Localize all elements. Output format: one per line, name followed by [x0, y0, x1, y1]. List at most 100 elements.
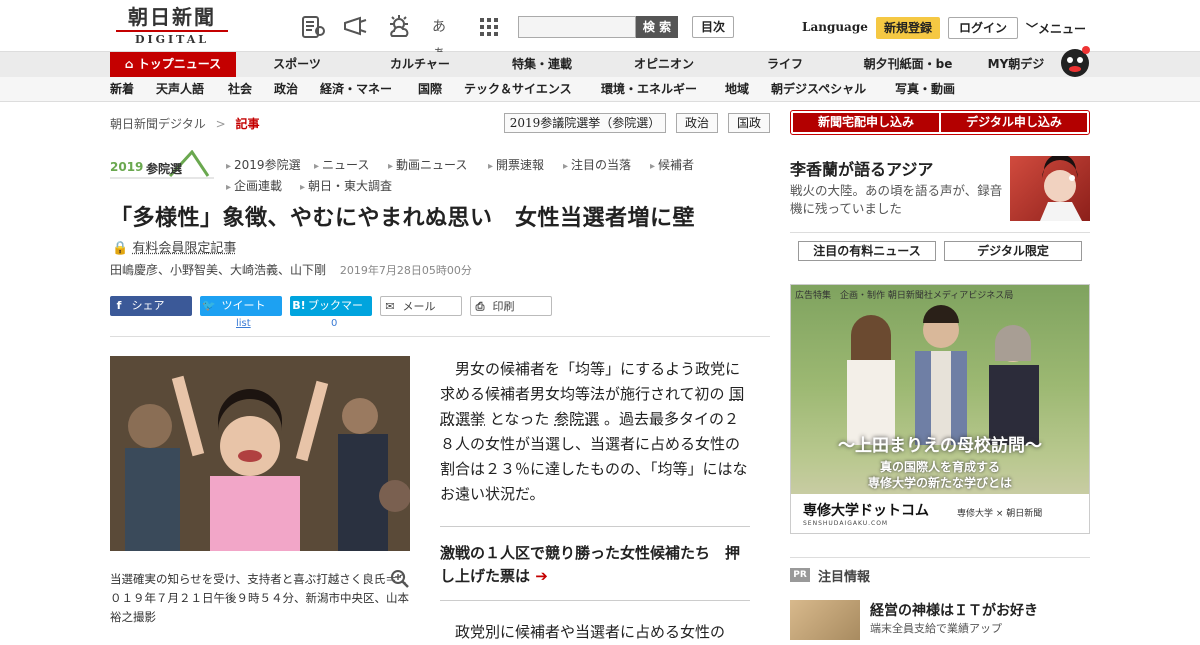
- subnav-region[interactable]: 地域: [725, 77, 749, 102]
- subnav-special[interactable]: 朝デジスペシャル: [771, 77, 866, 102]
- subnav-tenseijingo[interactable]: 天声人語: [156, 77, 204, 102]
- sub-nav: 新着 天声人語 社会 政治 経済・マネー 国際 テック＆サイエンス 環境・エネル…: [0, 77, 1200, 102]
- facebook-icon: f: [116, 299, 122, 312]
- ad-university-name: 専修大学ドットコム: [803, 503, 929, 519]
- pr-image[interactable]: [790, 600, 860, 640]
- search-input[interactable]: [518, 16, 636, 38]
- tag-national[interactable]: 国政: [728, 113, 770, 133]
- pr-description[interactable]: 端末全員支給で業績アップ: [870, 620, 1002, 636]
- zoom-icon[interactable]: [390, 569, 410, 589]
- feature-title[interactable]: 李香蘭が語るアジア: [790, 156, 933, 180]
- pr-badge: PR: [790, 568, 810, 582]
- logo-jp: 朝日新聞: [128, 5, 216, 29]
- grid-icon[interactable]: [476, 14, 502, 40]
- subnav-environment[interactable]: 環境・エネルギー: [601, 77, 697, 102]
- arrow-right-icon: ➔: [535, 567, 548, 585]
- subnav-photo[interactable]: 写真・動画: [895, 77, 955, 102]
- font-size-icon[interactable]: あぁ: [432, 14, 458, 61]
- language-link[interactable]: Language: [802, 20, 868, 34]
- search-button[interactable]: 検 索: [636, 16, 678, 38]
- article-photo[interactable]: [110, 356, 410, 551]
- election-link-results[interactable]: 開票速報: [488, 156, 544, 173]
- hatena-count[interactable]: 0: [331, 318, 337, 329]
- nav-paper[interactable]: 朝夕刊紙面・be: [856, 52, 960, 77]
- election-link-top[interactable]: 2019参院選: [226, 156, 301, 173]
- election-link-news[interactable]: ニュース: [314, 156, 369, 173]
- divider: [440, 600, 750, 601]
- related-article-link[interactable]: 激戦の１人区で競り勝った女性候補たち 押し上げた票は ➔: [440, 542, 750, 588]
- tab-digital-only[interactable]: デジタル限定: [944, 241, 1082, 261]
- subnav-economy[interactable]: 経済・マネー: [320, 77, 392, 102]
- election-link-watch[interactable]: 注目の当落: [563, 156, 631, 173]
- pr-headline[interactable]: 経営の神様はＩＴがお好き: [870, 600, 1038, 620]
- subnav-international[interactable]: 国際: [418, 77, 442, 102]
- ad-subheadline-1: 真の国際人を育成する: [879, 460, 1000, 474]
- tag-politics[interactable]: 政治: [676, 113, 718, 133]
- print-icon: ⎙: [475, 300, 485, 313]
- menu-label: メニュー: [1038, 22, 1087, 36]
- paid-label-text[interactable]: 有料会員限定記事: [132, 241, 236, 256]
- facebook-share-button[interactable]: f シェア: [110, 296, 192, 316]
- subnav-politics[interactable]: 政治: [274, 77, 298, 102]
- nav-my-asadigi[interactable]: MY朝デジ: [980, 52, 1052, 77]
- ad-logos: 専修大学 × 朝日新聞: [957, 509, 1043, 519]
- nav-culture[interactable]: カルチャー: [378, 52, 462, 77]
- breadcrumb-current: 記事: [235, 117, 260, 131]
- subnav-society[interactable]: 社会: [228, 77, 252, 102]
- photo-caption: 当選確実の知らせを受け、支持者と喜ぶ打越さく良氏＝２０１９年７月２１日午後９時５…: [110, 572, 409, 624]
- pr-section-title: 注目情報: [818, 570, 871, 585]
- election-logo[interactable]: 2019 参院選: [110, 150, 214, 180]
- breadcrumb-separator: >: [215, 117, 226, 131]
- contents-button[interactable]: 目次: [692, 16, 734, 38]
- subnav-new[interactable]: 新着: [110, 77, 134, 102]
- divider: [790, 232, 1090, 233]
- twitter-count[interactable]: list: [236, 318, 251, 329]
- nav-opinion[interactable]: オピニオン: [622, 52, 706, 77]
- divider: [110, 336, 770, 337]
- article-body: 男女の候補者を「均等」にするよう政党に求める候補者男女均等法が施行されて初の 国…: [440, 360, 748, 503]
- tab-paid-news[interactable]: 注目の有料ニュース: [798, 241, 936, 261]
- election-link-candidates[interactable]: 候補者: [650, 156, 694, 173]
- ad-image: [847, 305, 1039, 445]
- nav-top-news[interactable]: ⌂ トップニュース: [110, 52, 236, 77]
- subnav-tech[interactable]: テック＆サイエンス: [464, 77, 572, 102]
- ad-footer: 専修大学ドットコム SENSHUDAIGAKU.COM 専修大学 × 朝日新聞: [791, 494, 1089, 533]
- paid-label: 🔒 有料会員限定記事: [112, 237, 236, 256]
- divider: [790, 557, 1090, 558]
- breadcrumb-home[interactable]: 朝日新聞デジタル: [110, 117, 206, 131]
- subscribe-digital-button[interactable]: デジタル申し込み: [941, 113, 1087, 132]
- nav-features[interactable]: 特集・連載: [500, 52, 584, 77]
- election-logo-text: 参院選: [146, 162, 183, 176]
- logo-en: DIGITAL: [116, 30, 228, 46]
- election-link-series[interactable]: 企画連載: [226, 177, 282, 194]
- site-logo[interactable]: 朝日新聞 DIGITAL: [116, 6, 228, 46]
- breadcrumb: 朝日新聞デジタル > 記事: [110, 115, 260, 132]
- nav-sports[interactable]: スポーツ: [262, 52, 332, 77]
- election-link-survey[interactable]: 朝日・東大調査: [300, 177, 392, 194]
- megaphone-icon[interactable]: [342, 14, 368, 40]
- signup-button[interactable]: 新規登録: [876, 17, 940, 39]
- link-upper-house-election[interactable]: 参院選: [554, 410, 599, 428]
- home-icon: ⌂: [124, 57, 138, 71]
- login-button[interactable]: ログイン: [948, 17, 1018, 39]
- nav-life[interactable]: ライフ: [752, 52, 818, 77]
- article-body-continued: 政党別に候補者や当選者に占める女性の: [455, 623, 726, 641]
- advertisement[interactable]: 広告特集 企画・制作 朝日新聞社メディアビジネス局 ～上田まりえの母校訪問～ 真…: [790, 284, 1090, 534]
- hatena-bookmark-button[interactable]: B! ブックマーク: [290, 296, 372, 332]
- mail-button[interactable]: ✉ メール: [380, 296, 462, 316]
- menu-button[interactable]: ﹀メニュー: [1026, 20, 1086, 37]
- feature-image[interactable]: [1010, 156, 1090, 221]
- mascot-icon[interactable]: [1058, 44, 1092, 78]
- authors: 田嶋慶彦、小野智美、大崎浩義、山下剛: [110, 263, 327, 277]
- feature-description[interactable]: 戦火の大陸。あの頃を語る声が、録音機に残っていました: [790, 182, 1005, 218]
- election-link-video[interactable]: 動画ニュース: [388, 156, 467, 173]
- election-logo-year: 2019: [110, 160, 144, 174]
- subscribe-paper-button[interactable]: 新聞宅配申し込み: [793, 113, 939, 132]
- main-nav: ⌂ トップニュース スポーツ カルチャー 特集・連載 オピニオン ライフ 朝夕刊…: [0, 46, 1200, 77]
- tag-election[interactable]: 2019参議院選挙（参院選）: [504, 113, 666, 133]
- newspaper-icon[interactable]: [300, 14, 326, 40]
- print-button[interactable]: ⎙ 印刷: [470, 296, 552, 316]
- twitter-share-button[interactable]: 🐦 ツイート: [200, 296, 282, 316]
- weather-icon[interactable]: [386, 14, 412, 40]
- mail-icon: ✉: [385, 300, 395, 313]
